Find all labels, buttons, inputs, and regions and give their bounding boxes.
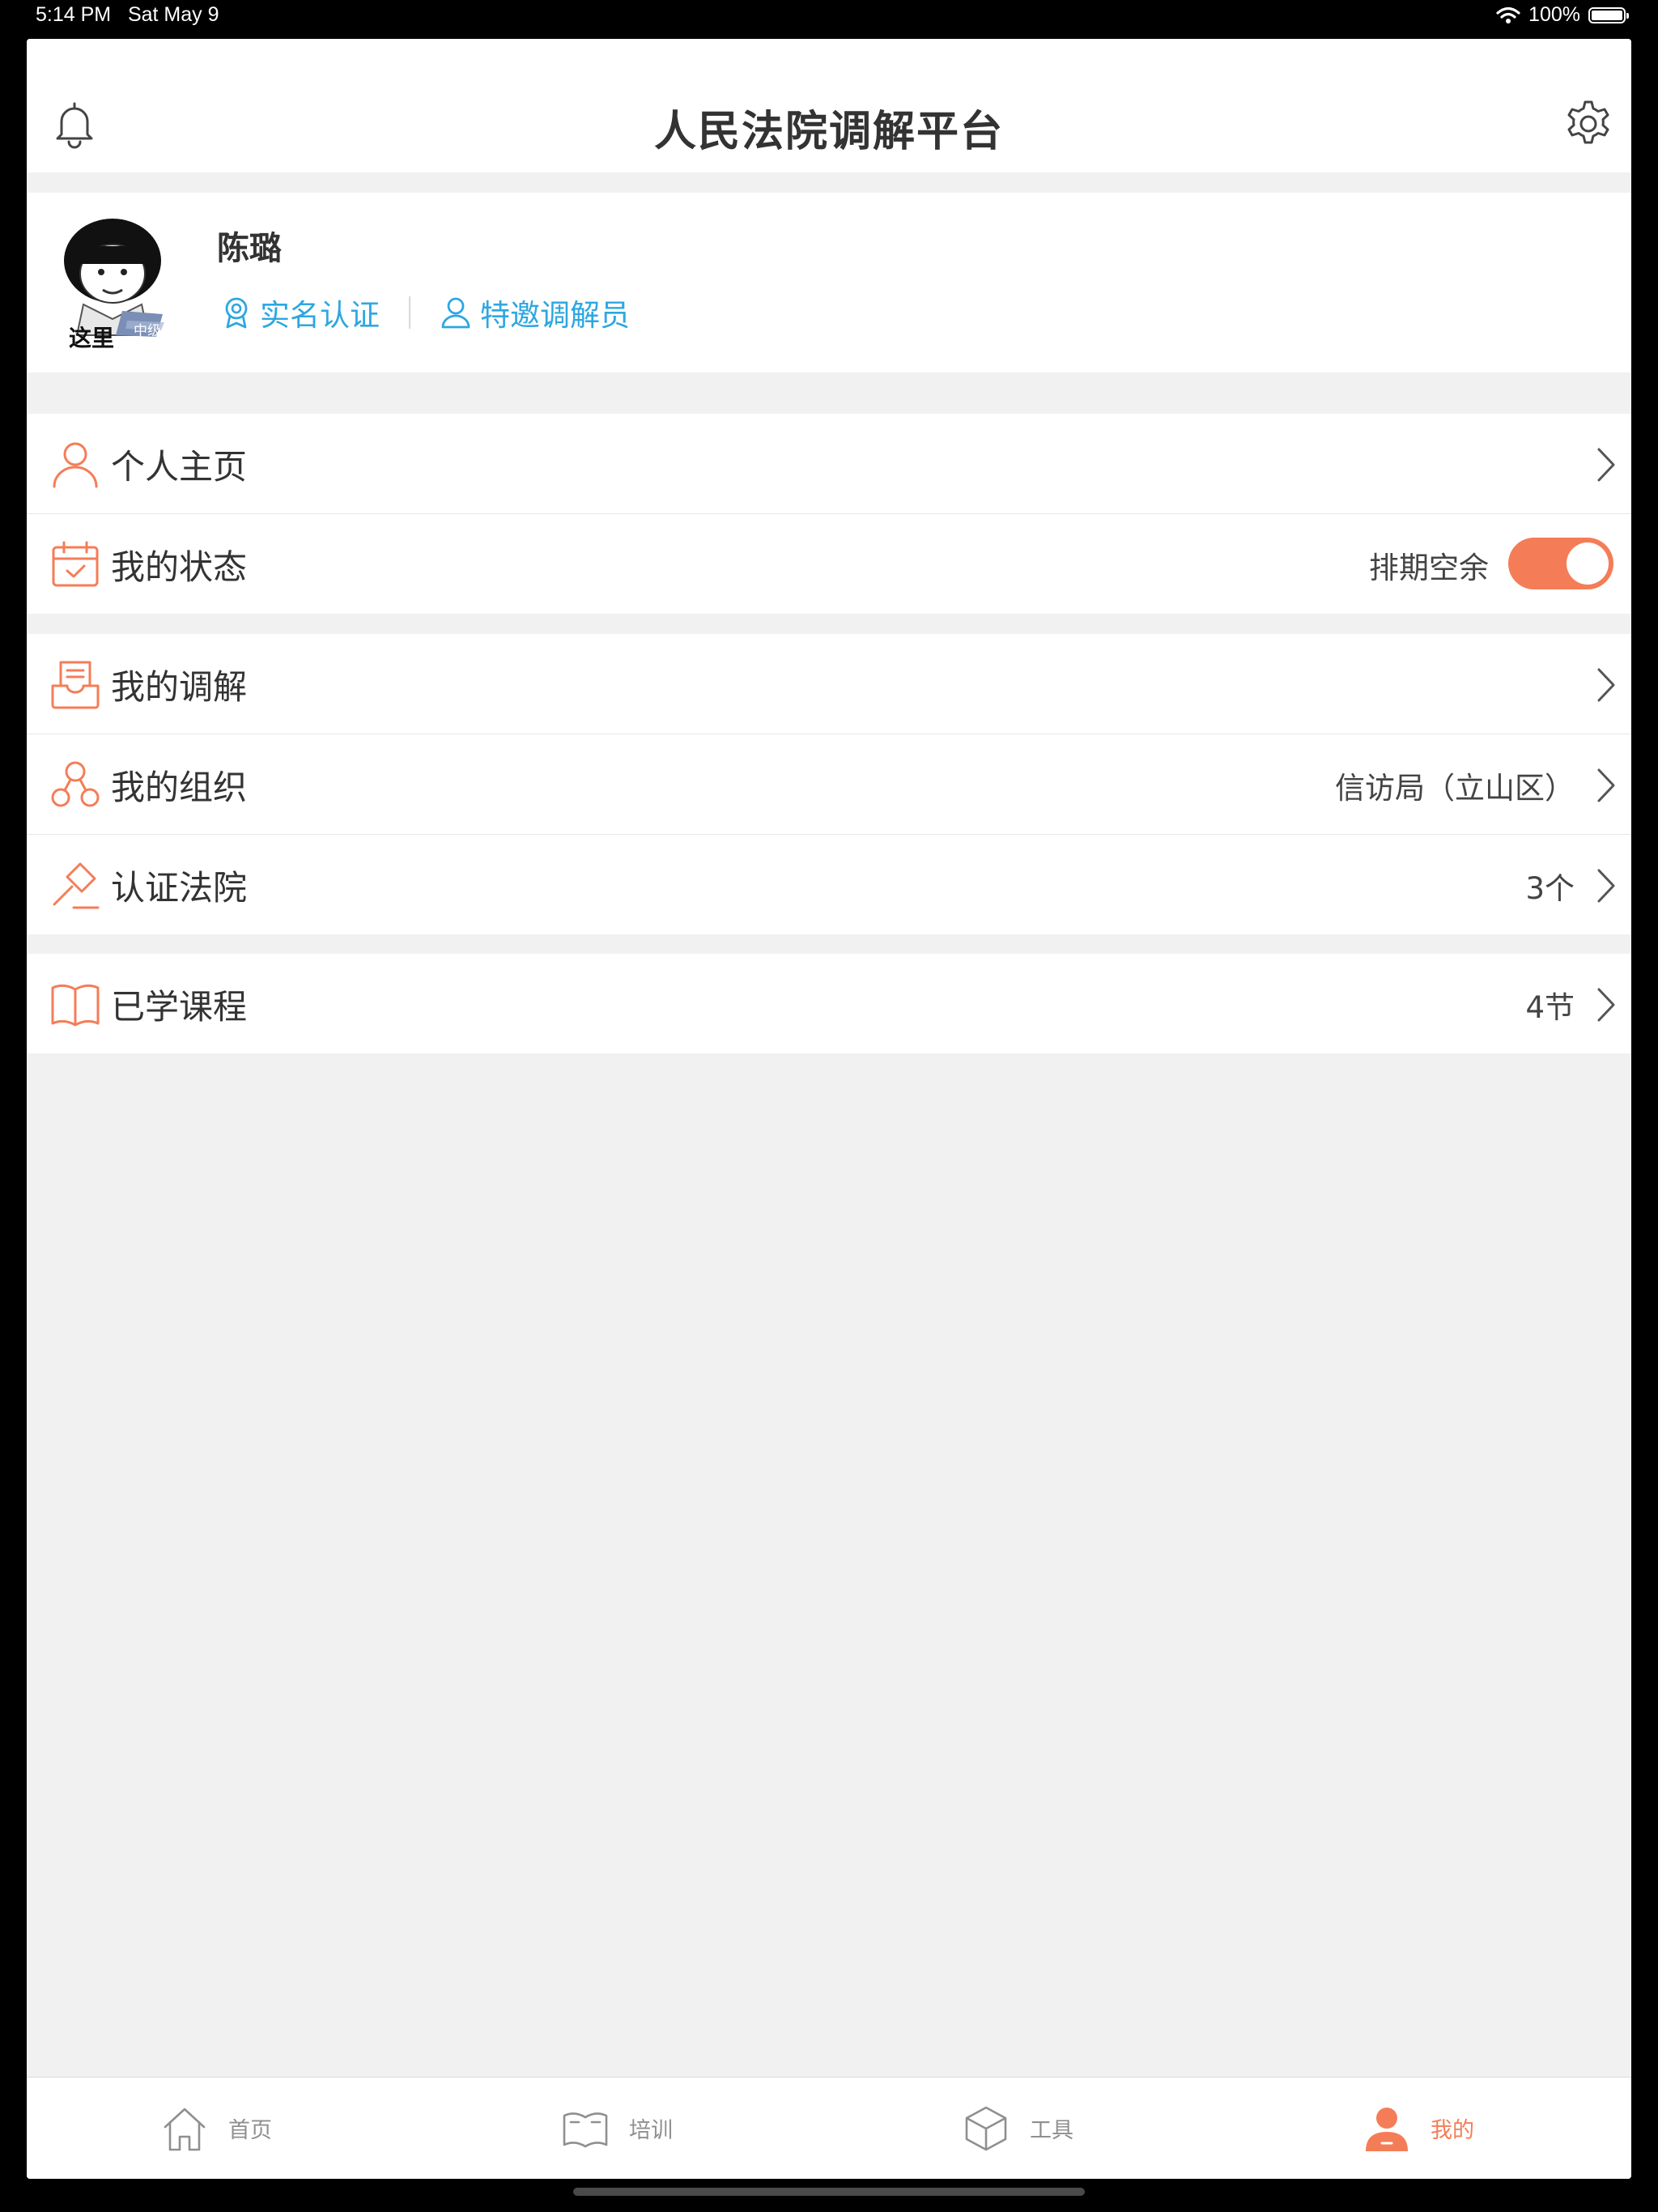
menu-my-mediation[interactable]: 我的调解 (27, 634, 1631, 734)
menu-group-courses: 已学课程 4节 (27, 954, 1631, 1053)
tab-home[interactable]: 首页 (160, 2078, 272, 2179)
avatar[interactable]: 这里 中级 (59, 214, 181, 351)
home-icon (164, 2108, 206, 2150)
calendar-check-icon (52, 541, 99, 587)
menu-personal-home[interactable]: 个人主页 (27, 414, 1631, 513)
gavel-icon (53, 862, 100, 909)
toggle-knob (1567, 542, 1609, 585)
avatar-caption: 这里 (69, 325, 115, 351)
menu-label: 我的状态 (111, 547, 248, 587)
menu-label: 我的组织 (111, 768, 248, 807)
award-icon (225, 297, 248, 329)
cube-icon (965, 2106, 1007, 2150)
avatar-badge: 中级 (134, 323, 161, 339)
mediator-label: 特邀调解员 (480, 298, 630, 333)
chevron-right-icon (1597, 768, 1615, 802)
status-bar: 5:14 PM Sat May 9 100% (0, 0, 1658, 37)
book-icon (563, 2112, 608, 2147)
status-value: 排期空余 (1369, 551, 1489, 585)
menu-label: 个人主页 (111, 447, 248, 487)
tab-label: 我的 (1431, 2118, 1474, 2143)
app-window: 人民法院调解平台 这里 中级 陈璐 实名认证 特邀调解员 个人主页 我的状态 排… (27, 39, 1631, 2179)
verified-badge[interactable]: 实名认证 (221, 291, 380, 334)
menu-certified-courts[interactable]: 认证法院 3个 (27, 834, 1631, 934)
tab-label: 首页 (228, 2118, 272, 2143)
status-time: 5:14 PM (36, 3, 112, 26)
org-circles-icon (51, 761, 100, 807)
tab-mine[interactable]: 我的 (1363, 2078, 1474, 2179)
menu-my-status: 我的状态 排期空余 (27, 513, 1631, 614)
menu-group-profile: 个人主页 我的状态 排期空余 (27, 414, 1631, 614)
tab-bar: 首页 培训 工具 我的 (27, 2077, 1631, 2179)
status-toggle[interactable] (1508, 538, 1613, 589)
verified-label: 实名认证 (260, 298, 380, 333)
page-title: 人民法院调解平台 (653, 108, 1004, 156)
chevron-right-icon (1597, 448, 1615, 482)
chevron-right-icon (1597, 869, 1615, 903)
menu-label: 认证法院 (111, 868, 248, 908)
person-icon (53, 442, 98, 488)
courts-count: 3个 (1525, 871, 1575, 906)
menu-my-org[interactable]: 我的组织 信访局（立山区） (27, 734, 1631, 834)
status-date: Sat May 9 (127, 3, 219, 26)
nav-bar: 人民法院调解平台 (27, 39, 1631, 172)
courses-count: 4节 (1525, 990, 1575, 1025)
tab-training[interactable]: 培训 (561, 2078, 673, 2179)
user-name: 陈璐 (217, 230, 282, 267)
profile-badges: 实名认证 特邀调解员 (221, 290, 630, 335)
battery-percent: 100% (1528, 3, 1580, 26)
profile-card: 这里 中级 陈璐 实名认证 特邀调解员 (27, 193, 1631, 372)
menu-group-mediation: 我的调解 我的组织 信访局（立山区） 认证法院 3个 (27, 634, 1631, 934)
chevron-right-icon (1597, 668, 1615, 702)
org-value: 信访局（立山区） (1335, 771, 1575, 806)
menu-label: 我的调解 (111, 667, 248, 707)
chevron-right-icon (1597, 988, 1615, 1022)
badge-divider (409, 296, 410, 329)
tab-tools[interactable]: 工具 (962, 2078, 1073, 2179)
battery-fill (1592, 10, 1622, 20)
wifi-icon (1496, 6, 1520, 23)
user-icon (1366, 2107, 1408, 2151)
document-tray-icon (51, 661, 100, 709)
tab-label: 培训 (629, 2118, 673, 2143)
book-icon (51, 984, 100, 1027)
menu-courses[interactable]: 已学课程 4节 (27, 954, 1631, 1053)
home-indicator[interactable] (573, 2188, 1085, 2196)
menu-label: 已学课程 (111, 987, 248, 1027)
battery-icon (1588, 6, 1629, 23)
gear-icon[interactable] (1562, 97, 1615, 151)
mediator-badge[interactable]: 特邀调解员 (440, 291, 630, 334)
person-icon (441, 297, 470, 329)
tab-label: 工具 (1030, 2118, 1073, 2143)
